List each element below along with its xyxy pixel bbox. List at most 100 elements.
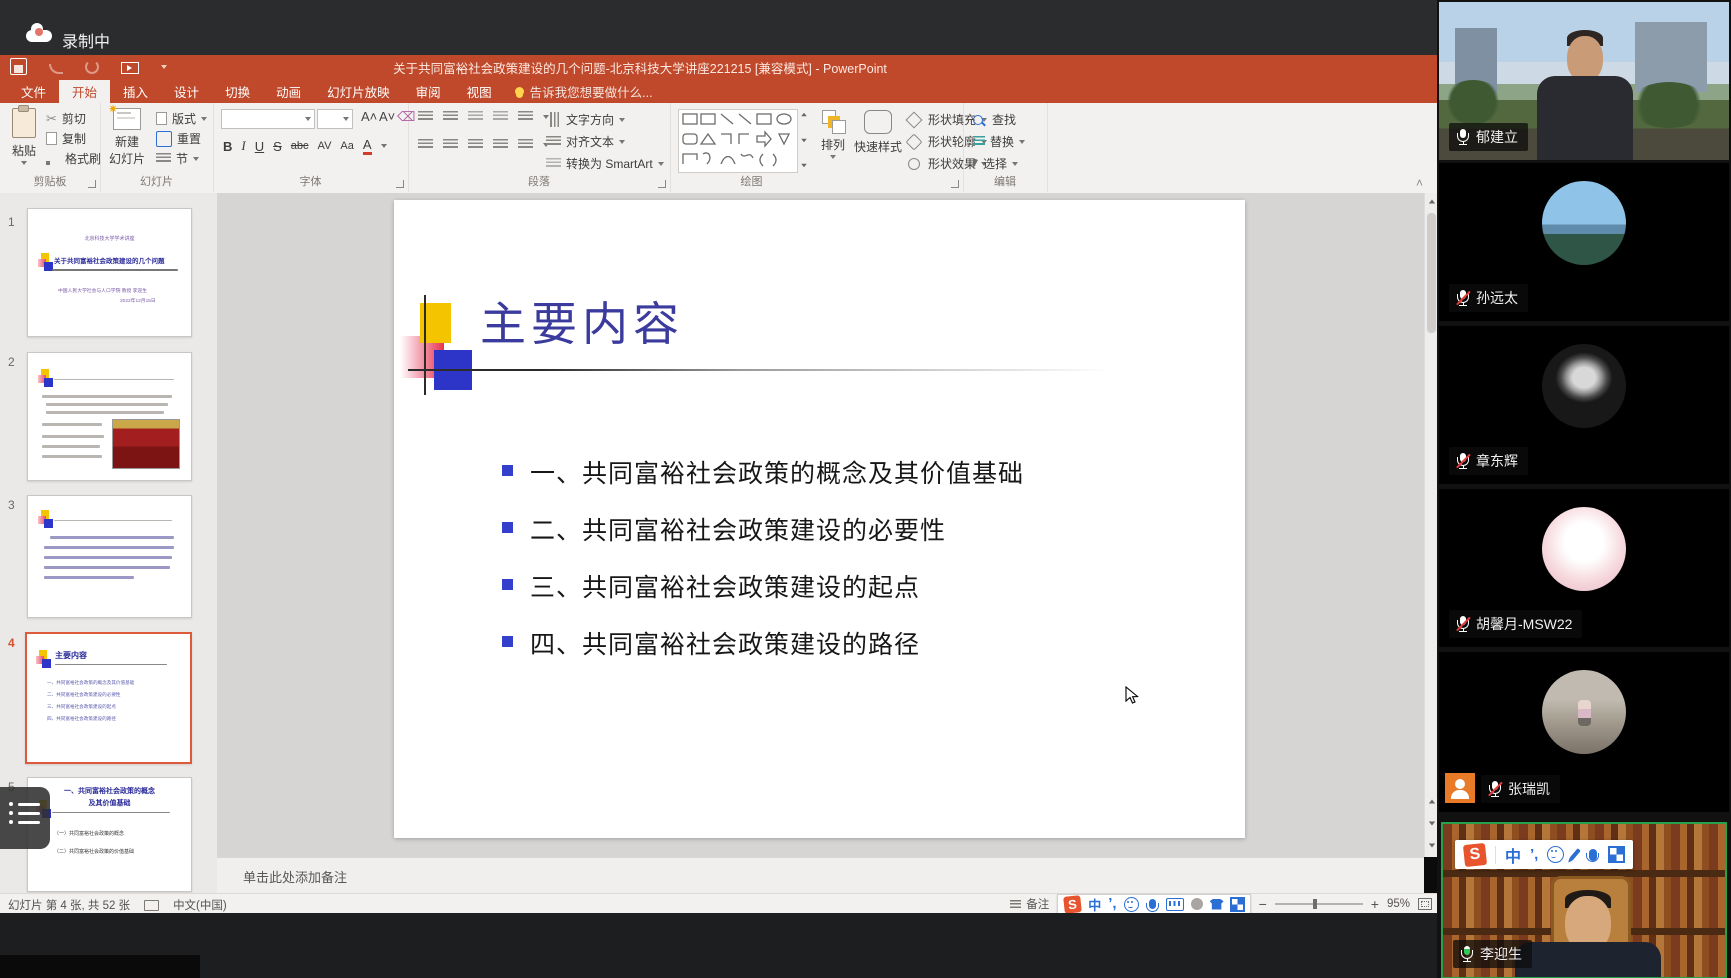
bold-button[interactable]: B — [223, 139, 232, 154]
slide-title[interactable]: 主要内容 — [480, 288, 684, 354]
shapes-scroll[interactable] — [798, 109, 810, 171]
select-button[interactable]: 选择 — [973, 155, 1019, 172]
slide-bullet-2[interactable]: 二、共同富裕社会政策建设的必要性 — [530, 511, 946, 547]
layout-button[interactable]: 版式 — [156, 110, 208, 127]
italic-button[interactable]: I — [241, 138, 245, 154]
notes-pane[interactable]: 单击此处添加备注 — [217, 857, 1424, 894]
align-right-icon[interactable] — [468, 139, 483, 150]
ime-language-mode[interactable]: 中 — [1505, 843, 1521, 867]
line-spacing-icon[interactable] — [518, 111, 533, 122]
shapes-gallery[interactable] — [678, 109, 798, 173]
tab-file[interactable]: 文件 — [8, 80, 59, 103]
font-color-button[interactable]: A — [362, 137, 372, 155]
clear-abc-button[interactable]: abc — [291, 140, 309, 152]
cut-button[interactable]: ✂ 剪切 — [46, 110, 86, 127]
ime-pen-icon[interactable] — [1569, 848, 1582, 861]
tab-design[interactable]: 设计 — [161, 80, 212, 103]
thumbnail-slide-3[interactable] — [27, 495, 192, 618]
meeting-floating-menu[interactable] — [0, 787, 50, 849]
tab-transitions[interactable]: 切换 — [212, 80, 263, 103]
font-size-combobox[interactable] — [317, 109, 353, 129]
text-direction-button[interactable]: 文字方向 — [546, 111, 626, 128]
slide-scrollbar[interactable] — [1424, 193, 1438, 857]
align-center-icon[interactable] — [443, 139, 458, 150]
font-dialog-launcher-icon[interactable] — [396, 180, 404, 188]
replace-button[interactable]: 替换 — [973, 133, 1026, 150]
clipboard-dialog-launcher-icon[interactable] — [88, 180, 96, 188]
tab-view[interactable]: 视图 — [454, 80, 505, 103]
fit-slide-to-window-button[interactable] — [1418, 898, 1432, 910]
numbering-icon[interactable] — [443, 111, 458, 122]
strikethrough-button[interactable]: S — [273, 139, 282, 154]
notes-placeholder[interactable]: 单击此处添加备注 — [243, 867, 347, 886]
tab-review[interactable]: 审阅 — [403, 80, 454, 103]
font-color-dropdown-icon[interactable] — [380, 144, 387, 148]
notes-toggle-button[interactable]: 备注 — [1010, 896, 1049, 912]
section-button[interactable]: 节 — [156, 150, 200, 167]
slide-bullet-3[interactable]: 三、共同富裕社会政策建设的起点 — [530, 568, 920, 604]
participant-tile[interactable]: 张瑞凯 — [1439, 652, 1729, 812]
ime-voice-icon[interactable] — [1145, 899, 1159, 912]
find-button[interactable]: 查找 — [973, 111, 1016, 128]
tab-slideshow[interactable]: 幻灯片放映 — [314, 80, 403, 103]
thumbnail-slide-2[interactable] — [27, 352, 192, 481]
ime-punctuation-icon[interactable]: ’, — [1530, 847, 1538, 862]
decrease-indent-icon[interactable] — [468, 111, 483, 122]
zoom-level[interactable]: 95% — [1387, 898, 1410, 910]
arrange-button[interactable]: 排列 — [816, 108, 850, 159]
thumbnail-slide-4-selected[interactable]: 主要内容 一、共同富裕社会政策的概念及其价值基础 二、共同富裕社会政策建设的必要… — [25, 632, 192, 764]
tab-insert[interactable]: 插入 — [110, 80, 161, 103]
participant-tile[interactable]: 孙远太 — [1439, 163, 1729, 321]
ime-emoji-icon[interactable] — [1547, 846, 1565, 863]
zoom-in-button[interactable]: + — [1371, 896, 1379, 912]
paste-button[interactable]: 粘贴 — [6, 105, 42, 165]
align-left-icon[interactable] — [418, 139, 433, 150]
ime-account-icon[interactable] — [1190, 898, 1203, 910]
participant-tile[interactable]: 胡馨月-MSW22 — [1439, 489, 1729, 647]
ime-soft-keyboard-icon[interactable] — [1165, 897, 1184, 911]
drawing-dialog-launcher-icon[interactable] — [951, 180, 959, 188]
new-slide-button[interactable]: ✷ 新建 幻灯片 — [104, 102, 150, 167]
quick-styles-button[interactable]: 快速样式 — [852, 108, 904, 155]
character-spacing-button[interactable]: AV — [318, 140, 332, 152]
ime-voice-icon[interactable] — [1586, 848, 1600, 862]
zoom-slider-thumb[interactable] — [1312, 899, 1317, 909]
zoom-slider[interactable] — [1274, 899, 1363, 909]
tab-animations[interactable]: 动画 — [263, 80, 314, 103]
slide-bullet-4[interactable]: 四、共同富裕社会政策建设的路径 — [530, 625, 920, 661]
ime-punctuation-icon[interactable]: ’, — [1108, 896, 1116, 911]
language-indicator[interactable]: 中文(中国) — [173, 897, 227, 913]
ime-skin-icon[interactable] — [1209, 898, 1224, 910]
collapse-ribbon-icon[interactable]: ˄ — [1416, 176, 1423, 190]
slide-bullet-1[interactable]: 一、共同富裕社会政策的概念及其价值基础 — [530, 454, 1024, 490]
tell-me-box[interactable]: 告诉我您想要做什么... — [505, 80, 663, 103]
active-speaker-tile[interactable]: S 中 ’, 李迎生 — [1441, 822, 1727, 978]
format-painter-button[interactable]: 格式刷 — [46, 150, 101, 167]
justify-icon[interactable] — [493, 139, 508, 150]
underline-button[interactable]: U — [255, 139, 264, 154]
participant-tile[interactable]: 郁建立 — [1439, 2, 1729, 160]
change-case-button[interactable]: Aa — [340, 140, 353, 152]
spellcheck-icon[interactable] — [144, 899, 160, 911]
copy-button[interactable]: 复制 — [46, 130, 86, 147]
participant-tile[interactable]: 章东辉 — [1439, 326, 1729, 484]
ime-toolbox-icon[interactable] — [1608, 846, 1626, 863]
sogou-logo-icon[interactable]: S — [1462, 842, 1488, 867]
scrollbar-thumb[interactable] — [1427, 213, 1436, 333]
font-name-combobox[interactable] — [221, 109, 315, 129]
bullets-icon[interactable] — [418, 111, 433, 122]
ime-toolbox-icon[interactable] — [1229, 896, 1245, 912]
sogou-logo-icon[interactable]: S — [1063, 894, 1083, 914]
tab-home[interactable]: 开始 — [59, 80, 111, 103]
columns-icon[interactable] — [518, 139, 533, 150]
thumbnail-slide-1[interactable]: 北京科技大学学术讲座 关于共同富裕社会政策建设的几个问题 中国人民大学社会与人口… — [27, 208, 192, 337]
ime-emoji-icon[interactable] — [1123, 896, 1139, 912]
ime-language-mode[interactable]: 中 — [1088, 895, 1101, 914]
convert-smartart-button[interactable]: 转换为 SmartArt — [546, 155, 664, 172]
increase-indent-icon[interactable] — [493, 111, 508, 122]
reset-button[interactable]: 重置 — [156, 130, 201, 147]
thumbnail-slide-5[interactable]: 一、共同富裕社会政策的概念 及其价值基础 （一）共同富裕社会政策的概念 （二）共… — [27, 777, 192, 892]
slide-editor[interactable]: 主要内容 一、共同富裕社会政策的概念及其价值基础 二、共同富裕社会政策建设的必要… — [394, 200, 1245, 838]
zoom-out-button[interactable]: − — [1259, 896, 1267, 912]
align-text-button[interactable]: 对齐文本 — [546, 133, 626, 150]
